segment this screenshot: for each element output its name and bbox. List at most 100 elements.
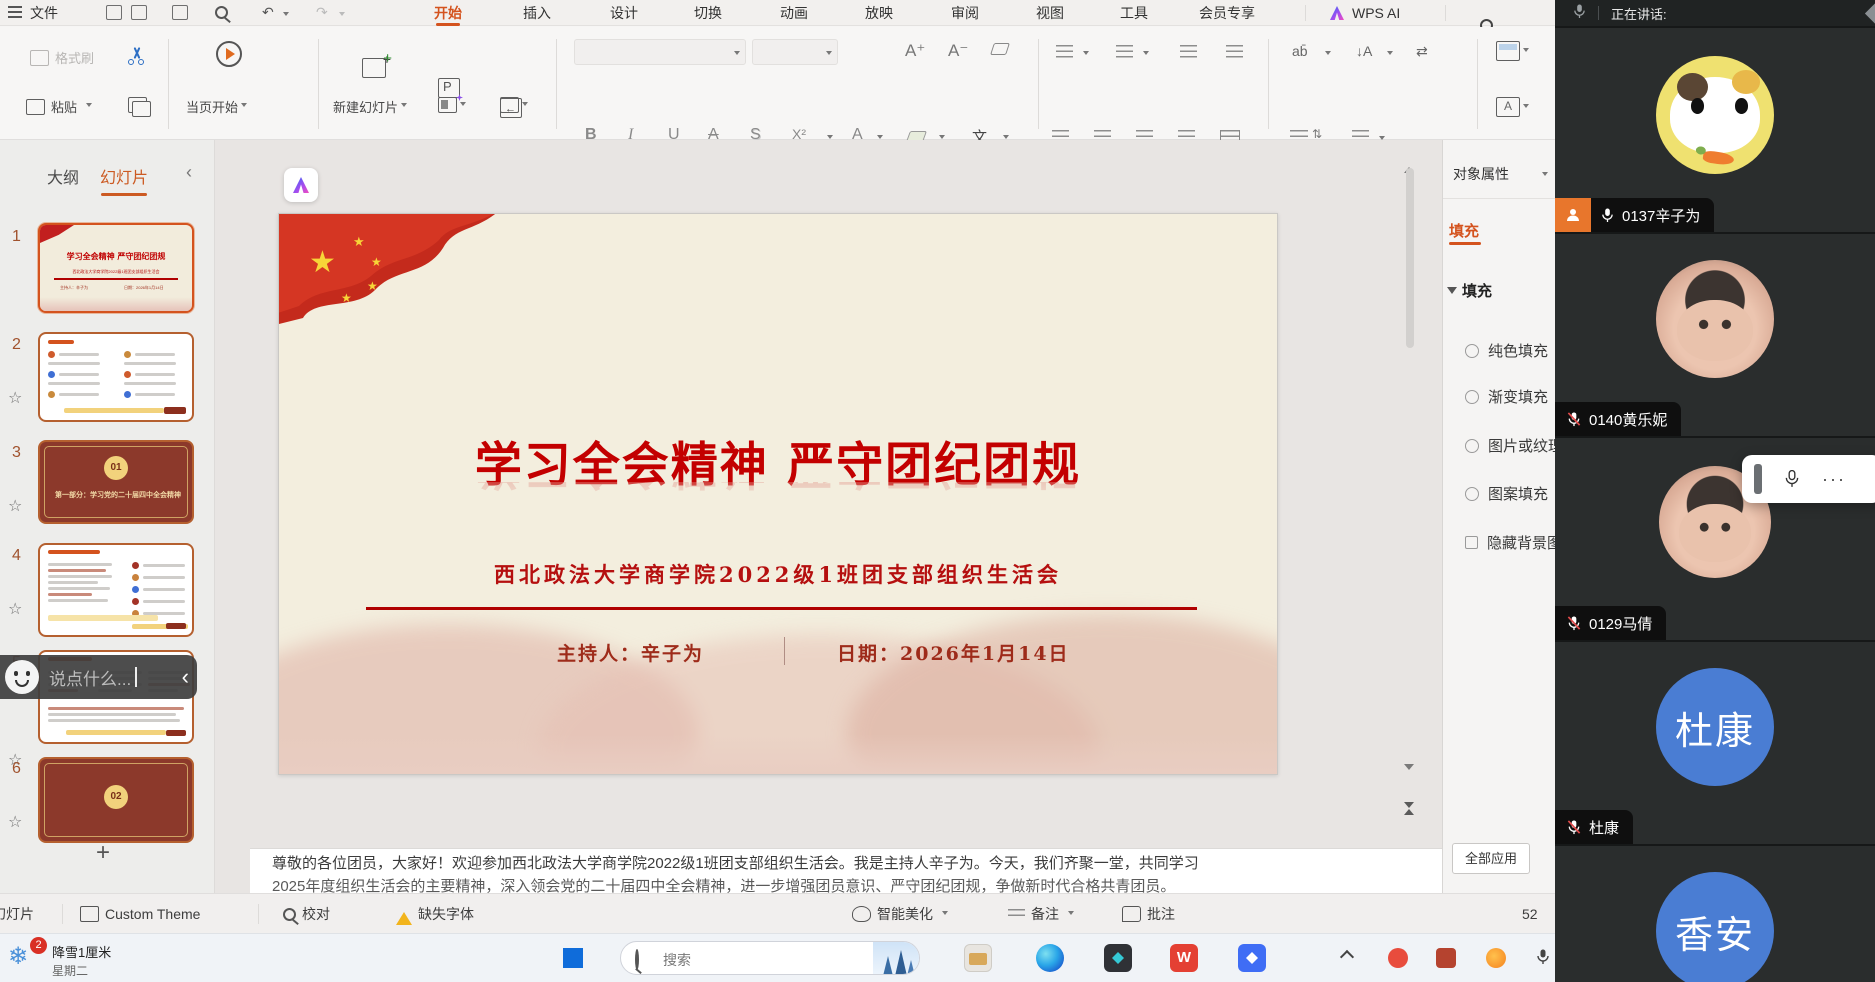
tab-view[interactable]: 视图 [1036, 3, 1064, 23]
ai-slide-icon[interactable]: P [438, 78, 460, 98]
weather-title[interactable]: 降雪1厘米 [52, 942, 111, 961]
increase-font-icon[interactable]: A⁺ [905, 41, 925, 61]
scroll-up-arrow[interactable] [1404, 150, 1414, 168]
font-size-select[interactable] [752, 39, 838, 65]
tab-slideshow[interactable]: 放映 [865, 3, 893, 23]
start-from-page-button[interactable]: 当页开始 [186, 97, 247, 116]
slide-thumbnail-3[interactable]: 01 第一部分：学习党的二十届四中全会精神 [38, 440, 194, 524]
slide-thumbnail-2[interactable] [38, 332, 194, 422]
copy-icon[interactable] [128, 97, 147, 113]
proofread-button[interactable]: 校对 [283, 894, 330, 934]
speaker-notes[interactable]: 尊敬的各位团员，大家好！欢迎参加西北政法大学商学院2022级1班团支部组织生活会… [250, 848, 1442, 893]
bullet-list-icon[interactable] [1056, 45, 1073, 58]
more-options-icon[interactable]: ··· [1822, 469, 1846, 490]
new-slide-button[interactable]: 新建幻灯片 [333, 97, 407, 116]
participant-tile[interactable]: 0140黄乐妮 [1555, 234, 1875, 436]
add-slide-button[interactable]: + [88, 842, 118, 866]
print-icon[interactable] [172, 5, 188, 20]
editing-canvas[interactable]: ★ ★ ★ ★ ★ 学习全会精神 严守团纪团规 学习全会精神 严守团纪团规 西北… [215, 140, 1442, 893]
taskbar-app-edge[interactable] [1036, 944, 1064, 972]
slide-date[interactable]: 日期：2026年1月14日 [837, 639, 1070, 666]
slide-canvas[interactable]: ★ ★ ★ ★ ★ 学习全会精神 严守团纪团规 学习全会精神 严守团纪团规 西北… [278, 213, 1278, 775]
chat-input-placeholder[interactable]: 说点什么... [49, 665, 131, 690]
font-name-select[interactable] [574, 39, 746, 65]
tab-fill[interactable]: 填充 [1449, 220, 1479, 241]
paste-button[interactable]: 粘贴 [26, 97, 92, 116]
increase-indent-icon[interactable] [1226, 45, 1243, 58]
reset-button[interactable] [500, 97, 528, 113]
participant-tile[interactable]: 0137辛子为 [1555, 28, 1875, 232]
participant-tile[interactable]: 杜康 杜康 [1555, 642, 1875, 844]
custom-theme-button[interactable]: Custom Theme [80, 894, 200, 934]
undo-icon[interactable]: ↶ [262, 4, 274, 21]
sort-text-icon[interactable]: ↓A [1356, 43, 1372, 59]
hamburger-icon[interactable] [8, 6, 22, 18]
play-from-page-icon[interactable] [216, 41, 242, 67]
tab-animation[interactable]: 动画 [780, 3, 808, 23]
tab-transition[interactable]: 切换 [694, 3, 722, 23]
redo-icon[interactable]: ↷ [316, 4, 328, 21]
save-icon[interactable] [106, 5, 122, 20]
convert-smartart-icon[interactable]: ⇄ [1416, 43, 1428, 60]
format-painter-button[interactable]: 格式刷 [30, 48, 94, 67]
weather-snow-icon[interactable]: ❄ [8, 942, 28, 971]
decrease-indent-icon[interactable] [1180, 45, 1197, 58]
scrollbar-thumb[interactable] [1406, 168, 1414, 348]
tray-expand-chevron[interactable] [1340, 950, 1354, 964]
layout-button[interactable] [438, 97, 466, 113]
panel-title[interactable]: 对象属性 [1453, 164, 1509, 184]
cut-icon[interactable] [128, 47, 146, 65]
meeting-chat-bar[interactable]: 说点什么... ‹ [0, 655, 197, 699]
volume-slider[interactable] [1754, 464, 1762, 494]
fill-option-picture[interactable]: 图片或纹理填充 [1465, 435, 1555, 456]
slide-thumbnail-4[interactable] [38, 543, 194, 637]
fill-section-header[interactable]: 填充 [1447, 280, 1492, 301]
taskbar-app-meeting[interactable] [1238, 944, 1266, 972]
find-icon[interactable] [215, 6, 228, 19]
tab-home[interactable]: 开始 [434, 3, 462, 23]
tray-mic-icon[interactable] [1536, 948, 1550, 971]
new-slide-icon[interactable]: ++ [362, 58, 386, 78]
missing-fonts-warning[interactable]: 缺失字体 [396, 894, 474, 934]
clear-format-icon[interactable] [990, 43, 1010, 55]
smart-beautify-button[interactable]: 智能美化 [852, 894, 948, 934]
next-slide-button[interactable] [1404, 808, 1414, 826]
windows-start-button[interactable] [563, 948, 583, 968]
slide-host[interactable]: 主持人：辛子为 [557, 639, 704, 666]
taskbar-app-dark[interactable] [1104, 944, 1132, 972]
decrease-font-icon[interactable]: A⁻ [948, 41, 968, 61]
shape-style-button[interactable] [1496, 41, 1529, 61]
menu-file[interactable]: 文件 [30, 3, 58, 23]
taskbar-search-box[interactable]: 搜索 [620, 941, 920, 975]
tray-icon-maroon[interactable] [1436, 948, 1456, 968]
scroll-down-arrow[interactable] [1404, 770, 1414, 788]
tab-review[interactable]: 审阅 [951, 3, 979, 23]
wps-ai-floating-button[interactable] [284, 168, 318, 202]
slide-subtitle[interactable]: 西北政法大学商学院2022级1班团支部组织生活会 [279, 559, 1277, 589]
slide-thumbnail-6[interactable]: 02 [38, 757, 194, 843]
tab-tools[interactable]: 工具 [1120, 3, 1148, 23]
tab-design[interactable]: 设计 [610, 3, 638, 23]
collapse-panel-icon[interactable]: ‹ [186, 162, 192, 183]
fill-option-gradient[interactable]: 渐变填充 [1465, 386, 1548, 407]
popup-mic-icon[interactable] [1784, 470, 1800, 488]
taskbar-app-wps[interactable]: W [1170, 944, 1198, 972]
tab-slides[interactable]: 幻灯片 [100, 164, 148, 188]
emoji-icon[interactable] [5, 660, 39, 694]
text-direction-icon[interactable]: ab̄ [1292, 43, 1308, 59]
mic-volume-popup[interactable]: ··· [1742, 455, 1875, 503]
output-icon[interactable] [131, 5, 147, 20]
taskbar-app-folder[interactable] [964, 944, 992, 972]
fill-option-pattern[interactable]: 图案填充 [1465, 483, 1548, 504]
tray-icon-red[interactable] [1388, 948, 1408, 968]
fill-option-solid[interactable]: 纯色填充 [1465, 340, 1548, 361]
comments-button[interactable]: 批注 [1122, 894, 1175, 934]
hide-background-checkbox[interactable]: 隐藏背景图形 [1465, 532, 1555, 553]
apply-all-button[interactable]: 全部应用 [1452, 843, 1530, 874]
tray-icon-orange[interactable] [1486, 948, 1506, 968]
chat-collapse-icon[interactable]: ‹ [182, 664, 189, 690]
participant-tile[interactable]: 香安 [1555, 846, 1875, 982]
notes-toggle-button[interactable]: 备注 [1008, 894, 1074, 934]
tab-insert[interactable]: 插入 [523, 3, 551, 23]
text-style-button[interactable]: A [1496, 97, 1529, 117]
